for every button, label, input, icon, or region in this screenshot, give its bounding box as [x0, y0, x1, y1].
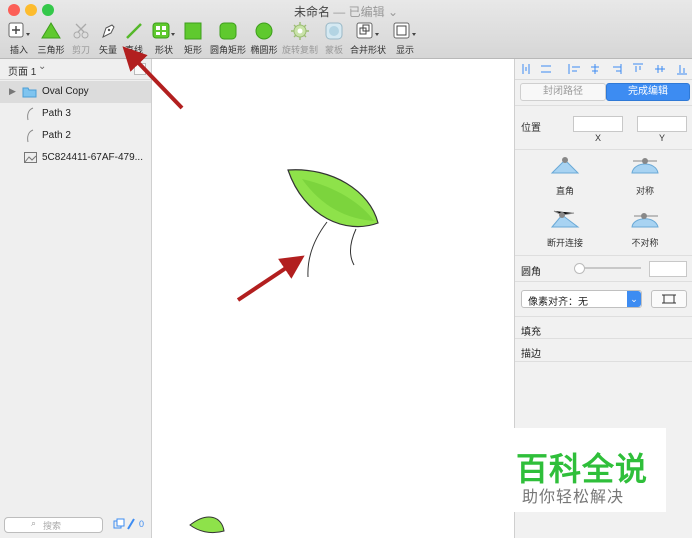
triangle-tool-button[interactable]: 三角形 — [36, 20, 66, 56]
straight-vertex-label: 直角 — [555, 186, 574, 196]
close-path-button[interactable]: 封闭路径 — [520, 83, 606, 101]
triangle-icon — [41, 22, 61, 39]
page-name: 页面 1 — [8, 67, 37, 78]
search-placeholder: 搜索 — [43, 521, 62, 531]
mirrored-vertex-label: 对称 — [635, 186, 654, 196]
layer-name: Path 2 — [42, 130, 71, 141]
disclosure-triangle-icon[interactable]: ▶ — [9, 86, 16, 97]
combine-shapes-button[interactable]: 合并形状 — [349, 20, 387, 56]
rounded-rectangle-icon — [219, 22, 237, 40]
y-caption: Y — [658, 133, 665, 143]
oval-label: 椭圆形 — [250, 45, 278, 55]
layer-row[interactable]: 5C824411-67AF-479... — [0, 147, 151, 169]
pixel-align-value: 像素对齐：无 — [528, 297, 588, 308]
rotate-copy-label: 旋转复制 — [281, 45, 318, 55]
x-caption: X — [594, 133, 601, 143]
finish-editing-button[interactable]: 完成编辑 — [606, 83, 690, 101]
rounded-rect-tool-button[interactable]: 圆角矩形 — [208, 20, 248, 56]
corner-radius-slider[interactable] — [577, 267, 641, 269]
plus-icon — [8, 22, 30, 38]
search-icon: ⌕ — [31, 518, 37, 528]
chevron-down-icon: ⌄ — [38, 61, 47, 72]
display-icon — [393, 22, 416, 39]
bounding-box-icon — [662, 294, 676, 304]
insert-label: 插入 — [9, 45, 28, 55]
layer-name: Path 3 — [42, 108, 71, 119]
divider — [515, 149, 692, 150]
alignment-toolbar — [515, 59, 692, 80]
disconnected-vertex-label: 断开连接 — [546, 238, 583, 248]
layer-row[interactable]: Path 2 — [0, 125, 151, 147]
stem-path-2[interactable] — [349, 228, 357, 266]
triangle-label: 三角形 — [37, 45, 65, 55]
scissors-icon — [73, 23, 89, 39]
window-title: 未命名 — 已编辑 ⌄ — [0, 3, 692, 20]
stem-path-3[interactable] — [307, 221, 328, 278]
mask-icon — [325, 22, 343, 40]
pixel-align-select[interactable]: 像素对齐：无 ⌄ — [521, 290, 642, 308]
image-icon — [24, 152, 37, 163]
border-label: 描边 — [521, 349, 541, 360]
asymmetric-vertex-label: 不对称 — [631, 238, 659, 248]
border-section-header[interactable]: 描边 — [515, 338, 692, 362]
mirrored-vertex-icon[interactable] — [630, 155, 660, 175]
mask-button[interactable]: 蒙板 — [321, 20, 347, 56]
combine-label: 合并形状 — [349, 45, 386, 55]
layer-name: 5C824411-67AF-479... — [42, 152, 143, 163]
position-x-field[interactable] — [573, 116, 623, 132]
copy-icon[interactable] — [113, 518, 125, 530]
disconnected-vertex-icon[interactable] — [550, 207, 580, 229]
annotation-arrow — [236, 255, 305, 302]
straight-vertex-icon[interactable] — [550, 155, 580, 175]
pixel-align-row: 像素对齐：无 ⌄ — [515, 281, 692, 314]
document-status: — 已编辑 — [333, 5, 385, 19]
scissors-label: 剪刀 — [71, 45, 90, 55]
bounding-box-button[interactable] — [651, 290, 687, 308]
divider — [515, 105, 692, 106]
corner-radius-row: 圆角 — [515, 255, 692, 280]
mask-label: 蒙板 — [324, 45, 343, 55]
gear-icon — [291, 22, 309, 40]
canvas-artwork — [189, 169, 379, 534]
layers-panel: 页面 1 ⌄ ▶ Oval Copy Path 3 Path 2 5C82441… — [0, 59, 152, 538]
display-button[interactable]: 显示 — [390, 20, 420, 56]
count-badge: 0 — [139, 519, 145, 529]
watermark-logo: 百科全说 助你轻松解决 — [512, 428, 666, 512]
layer-search-input[interactable]: ⌕ 搜索 — [4, 517, 103, 533]
combine-shapes-icon — [356, 22, 379, 39]
path-icon — [27, 129, 34, 143]
leaf-shape[interactable] — [287, 169, 379, 228]
pen-icon[interactable] — [126, 518, 136, 530]
vector-annotation-arrow — [122, 46, 184, 110]
path-icon — [27, 107, 34, 121]
display-label: 显示 — [395, 45, 414, 55]
oval-icon — [255, 22, 273, 40]
align-icons[interactable] — [515, 59, 692, 79]
asymmetric-vertex-icon[interactable] — [630, 207, 660, 229]
insert-button[interactable]: 插入 — [4, 20, 34, 56]
fill-section-header[interactable]: 填充 — [515, 316, 692, 339]
position-y-field[interactable] — [637, 116, 687, 132]
rotate-copy-button[interactable]: 旋转复制 — [281, 20, 319, 56]
chevron-down-icon[interactable]: ⌄ — [388, 5, 398, 19]
window-toolbar: 未命名 — 已编辑 ⌄ 插入 三角形 剪刀 矢量 直线 形状 矩形 圆角矩形 椭… — [0, 0, 692, 59]
corner-radius-field[interactable] — [649, 261, 687, 277]
position-label: 位置 — [521, 123, 541, 134]
slider-handle[interactable] — [574, 263, 585, 274]
rounded-rect-label: 圆角矩形 — [209, 45, 246, 55]
watermark-subtitle: 助你轻松解决 — [522, 489, 625, 506]
leaf-thumbnail — [189, 516, 225, 534]
scissors-tool-button[interactable]: 剪刀 — [68, 20, 94, 56]
corner-radius-label: 圆角 — [521, 267, 541, 278]
document-name[interactable]: 未命名 — [294, 5, 330, 19]
drawing-canvas[interactable] — [152, 59, 514, 538]
layer-name: Oval Copy — [42, 86, 89, 97]
fill-label: 填充 — [521, 327, 541, 338]
oval-tool-button[interactable]: 椭圆形 — [249, 20, 279, 56]
folder-icon — [22, 87, 37, 98]
chevron-down-icon[interactable]: ⌄ — [627, 291, 641, 307]
